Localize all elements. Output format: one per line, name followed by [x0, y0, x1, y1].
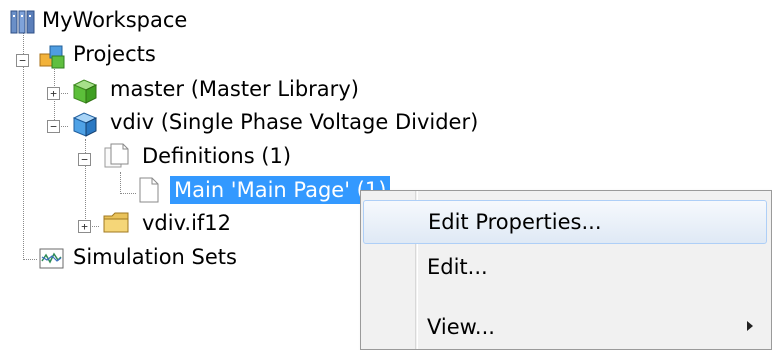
tree-connector: [120, 193, 136, 194]
folder-icon: [102, 210, 132, 241]
page-icon: [138, 176, 160, 209]
tree-node-label: vdiv.if12: [142, 211, 232, 235]
menu-item-label: Edit Properties...: [428, 210, 602, 234]
collapse-toggle[interactable]: −: [16, 54, 29, 67]
submenu-arrow-icon: [747, 321, 753, 331]
menu-item-edit-properties[interactable]: Edit Properties...: [363, 200, 767, 244]
tree-node-label: Projects: [73, 42, 156, 66]
projects-icon: [38, 42, 66, 75]
menu-item-label: View...: [427, 315, 495, 339]
menu-item-label: Edit...: [427, 255, 488, 279]
project-cube-icon: [70, 110, 100, 143]
tree-node-label: vdiv (Single Phase Voltage Divider): [110, 110, 479, 134]
collapse-toggle[interactable]: −: [47, 120, 60, 133]
waveform-icon: [38, 246, 66, 277]
expand-toggle[interactable]: +: [78, 220, 91, 233]
tree-node-label-selected: Main 'Main Page' (1): [170, 176, 391, 204]
tree-node-label: Simulation Sets: [73, 245, 237, 269]
tree-node-label: MyWorkspace: [42, 8, 188, 32]
tree-connector: [120, 172, 121, 194]
tree-connector: [23, 259, 37, 260]
menu-item-view[interactable]: View...: [363, 306, 767, 350]
collapse-toggle[interactable]: −: [78, 153, 91, 166]
library-cube-icon: [70, 77, 100, 110]
context-menu: Edit Properties... Edit... View...: [360, 190, 772, 350]
tree-node-label: Definitions (1): [142, 144, 292, 168]
menu-item-edit[interactable]: Edit...: [363, 246, 767, 290]
expand-toggle[interactable]: +: [47, 87, 60, 100]
workspace-icon: [10, 9, 36, 40]
tree-node-label: master (Master Library): [110, 77, 359, 101]
document-stack-icon: [102, 142, 132, 175]
